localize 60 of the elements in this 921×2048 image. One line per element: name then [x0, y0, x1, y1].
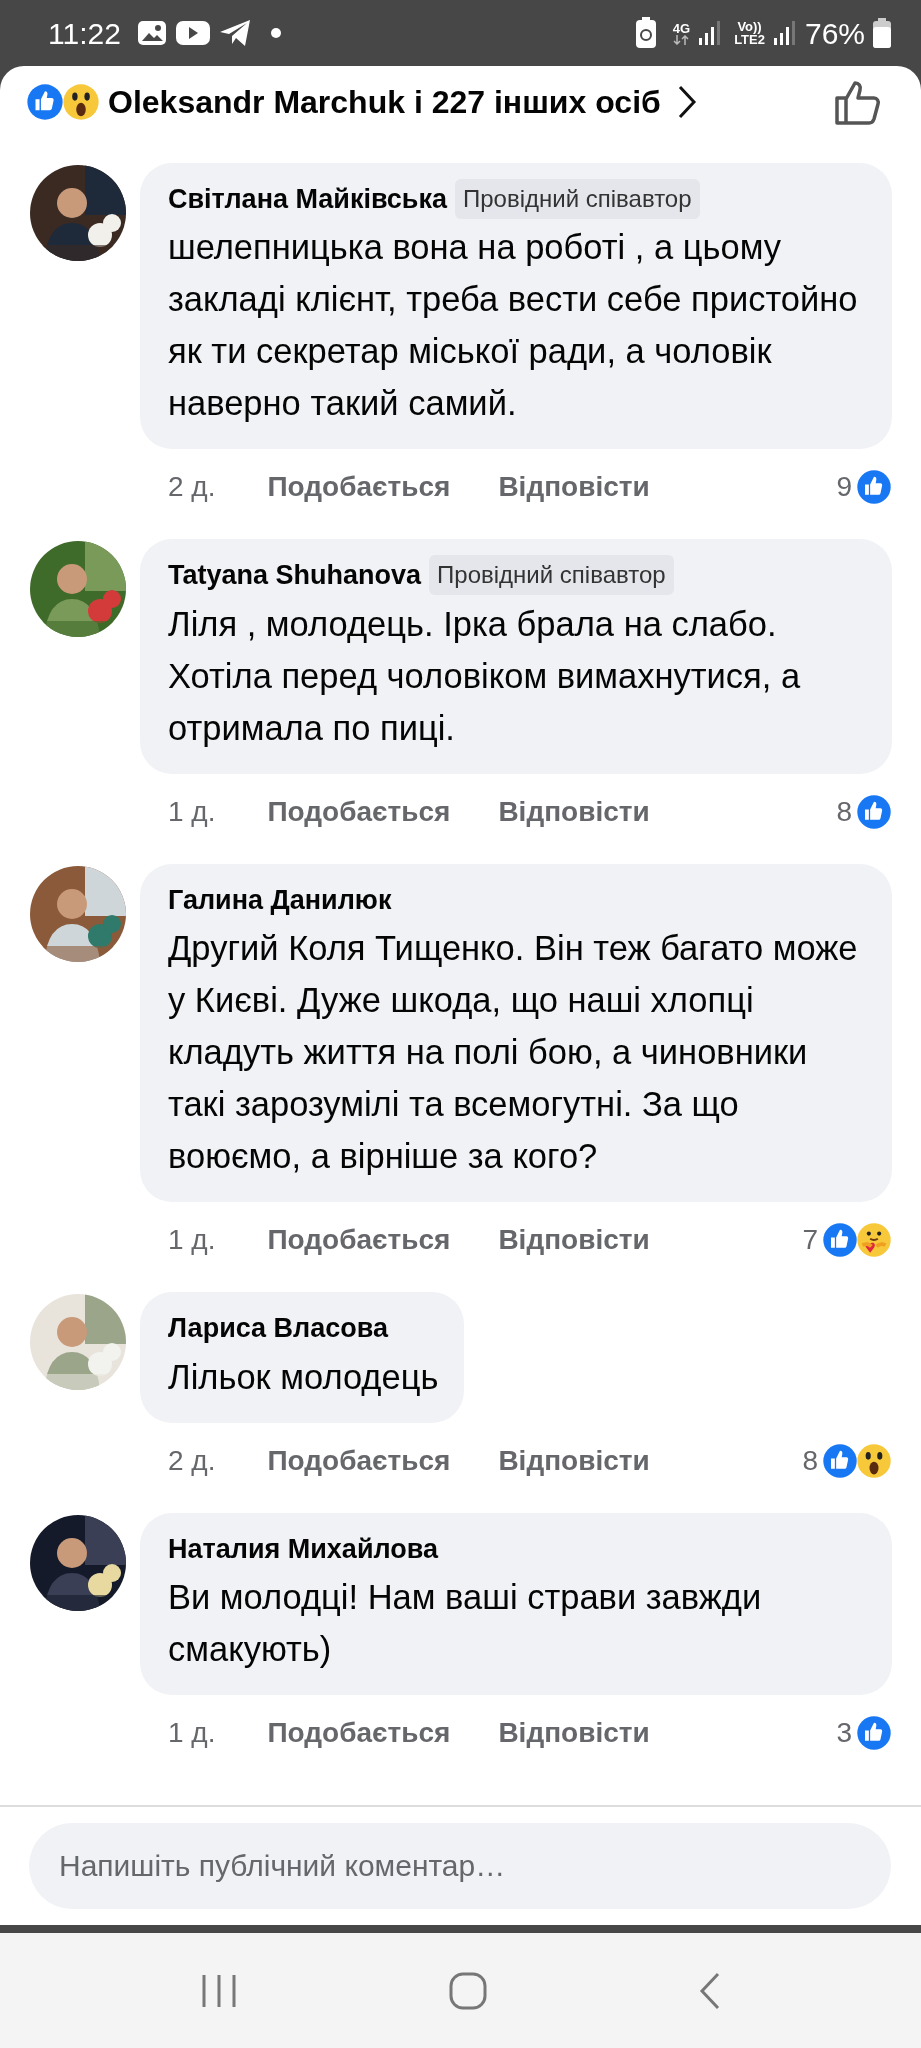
comment-text: Ліля , молодець. Ірка брала на слабо. Хотіла перед чоловіком вимахнутися, а отримала по пиці.	[168, 603, 802, 749]
reply-link[interactable]: Відповісти	[498, 1712, 650, 1754]
comment-text: Ви молодці! Нам ваші страви завжди смакують)	[168, 1577, 763, 1670]
surprised-emoji-icon	[856, 1442, 892, 1479]
comment-text: Лільок молодець	[168, 1356, 439, 1398]
reply-link[interactable]: Відповісти	[498, 790, 650, 833]
battery-icon	[873, 18, 891, 48]
comment-time: 2 д.	[168, 470, 216, 504]
like-reaction-icon	[822, 1222, 858, 1258]
role-tag: Провідний співавтор	[455, 178, 700, 219]
chevron-right-icon[interactable]	[676, 84, 697, 119]
volte-label: Vo))	[737, 20, 762, 33]
data-arrows-icon	[673, 34, 690, 45]
comment-time: 2 д.	[168, 1443, 216, 1478]
reaction-count: 7	[802, 1223, 818, 1257]
comment-time: 1 д.	[168, 794, 216, 829]
home-icon[interactable]	[447, 1970, 488, 2011]
dot-icon	[270, 28, 281, 38]
reply-link[interactable]: Відповісти	[498, 1439, 650, 1482]
signal-icon	[772, 20, 797, 46]
author-name[interactable]: Tatyana Shuhanova	[168, 555, 422, 596]
paper-plane-icon	[218, 19, 251, 47]
network-label: 4G	[672, 21, 691, 35]
gallery-icon	[136, 19, 167, 47]
lte-label: LTE2	[734, 33, 765, 46]
like-reaction-icon	[856, 1715, 892, 1751]
signal-icon	[698, 20, 723, 46]
reaction-count: 3	[836, 1716, 852, 1750]
author-name[interactable]: Лариса Власова	[168, 1308, 389, 1349]
like-reaction-icon	[856, 793, 892, 830]
surprised-emoji-icon	[62, 82, 100, 121]
hugging-emoji-icon	[856, 1222, 892, 1258]
back-icon[interactable]	[697, 1970, 722, 2011]
battery-saver-icon	[634, 17, 657, 49]
like-link[interactable]: Подобається	[267, 1712, 451, 1754]
like-reaction-icon	[26, 82, 64, 121]
like-link[interactable]: Подобається	[267, 1439, 451, 1482]
like-link[interactable]: Подобається	[267, 466, 451, 508]
reply-link[interactable]: Відповісти	[498, 1219, 650, 1261]
role-tag: Провідний співавтор	[429, 555, 674, 596]
like-link[interactable]: Подобається	[267, 1219, 451, 1261]
like-link[interactable]: Подобається	[267, 790, 451, 833]
comment-time: 1 д.	[168, 1223, 216, 1257]
author-name[interactable]: Галина Данилюк	[168, 879, 392, 920]
author-name[interactable]: Наталия Михайлова	[168, 1528, 439, 1569]
author-name[interactable]: Світлана Майківська	[168, 178, 447, 219]
reaction-count: 8	[802, 1443, 818, 1478]
battery-percent: 76%	[804, 15, 865, 52]
comment-input-field[interactable]: Напишіть публічний коментар…	[29, 1823, 891, 1909]
like-reaction-icon	[856, 469, 892, 505]
like-reaction-icon	[822, 1442, 858, 1479]
comment-time: 1 д.	[168, 1716, 216, 1750]
clock: 11:22	[48, 15, 121, 52]
reply-link[interactable]: Відповісти	[498, 466, 650, 508]
reactions-summary[interactable]: Oleksandr Marchuk і 227 інших осіб	[108, 77, 661, 126]
reaction-count: 9	[836, 470, 852, 504]
reaction-count: 8	[836, 794, 852, 829]
comment-text: Другий Коля Тищенко. Він теж багато може у Києві. Дуже шкода, що наші хлопці кладуть життя на полі бою, а чиновники такі зарозумілі та всемогутні. За що воюємо, а вірніше за кого?	[168, 928, 859, 1177]
comment-text: шелепницька вона на роботі , а цьому закладі клієнт, треба вести себе пристойно як ти секретар міської ради, а чоловік наверно такий самий.	[168, 227, 859, 424]
video-icon	[174, 20, 211, 46]
